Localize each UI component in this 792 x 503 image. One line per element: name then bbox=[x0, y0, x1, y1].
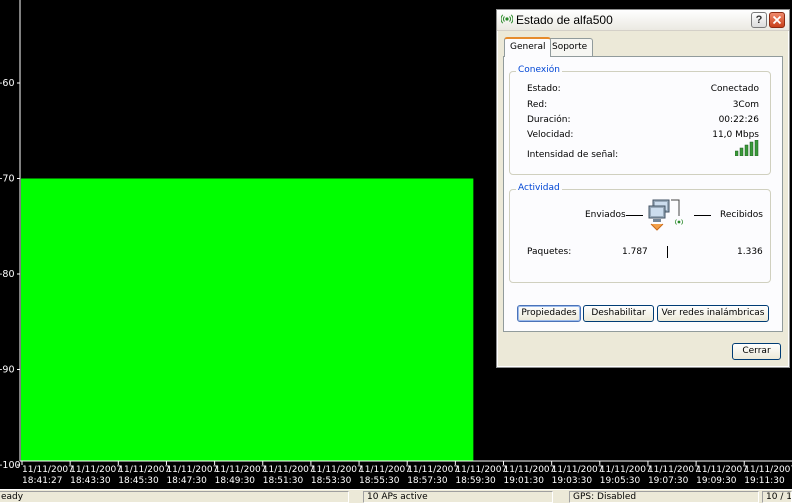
conexion-title: Conexión bbox=[516, 65, 562, 75]
propiedades-button[interactable]: Propiedades bbox=[517, 305, 581, 322]
estado-value: Conectado bbox=[710, 84, 759, 94]
row-velocidad: Velocidad: 11,0 Mbps bbox=[510, 130, 772, 142]
x-tick-date: 11/11/2007 bbox=[455, 465, 507, 475]
x-tick-date: 11/11/2007 bbox=[407, 465, 459, 475]
paquetes-label: Paquetes: bbox=[527, 247, 572, 257]
x-tick-date: 11/11/2007 bbox=[552, 465, 604, 475]
x-tick-date: 11/11/2007 bbox=[359, 465, 411, 475]
x-tick-time: 19:01:30 bbox=[504, 476, 545, 486]
status-count: 10 / 10 bbox=[762, 491, 792, 503]
signal-strength-icon bbox=[735, 140, 759, 156]
status-ready: eady bbox=[0, 491, 349, 503]
ver-redes-button[interactable]: Ver redes inalámbricas bbox=[657, 305, 769, 322]
recibidos-label: Recibidos bbox=[720, 210, 763, 220]
x-tick-date: 11/11/2007 bbox=[504, 465, 556, 475]
x-tick-date: 11/11/2007 bbox=[696, 465, 748, 475]
x-tick-time: 18:53:30 bbox=[311, 476, 352, 486]
row-duracion: Duración: 00:22:26 bbox=[510, 115, 772, 127]
x-tick-date: 11/11/2007 bbox=[215, 465, 267, 475]
x-tick-date: 11/11/2007 bbox=[166, 465, 218, 475]
enviados-label: Enviados bbox=[585, 210, 626, 220]
row-intensidad: Intensidad de señal: bbox=[510, 150, 772, 162]
tab-soporte[interactable]: Soporte bbox=[546, 38, 594, 56]
velocidad-value: 11,0 Mbps bbox=[712, 130, 759, 140]
status-aps-active: 10 APs active bbox=[363, 491, 553, 503]
x-tick-time: 18:41:27 bbox=[22, 476, 62, 486]
status-bar: eady 10 APs active GPS: Disabled 10 / 10 bbox=[0, 489, 792, 503]
close-icon bbox=[772, 15, 782, 25]
x-tick-time: 19:11:30 bbox=[744, 476, 785, 486]
duracion-label: Duración: bbox=[527, 115, 571, 125]
y-tick-label: -70 bbox=[0, 174, 15, 185]
actividad-group: Actividad bbox=[509, 183, 771, 283]
conexion-group: Conexión Estado: Conectado Red: 3Com Dur… bbox=[509, 65, 772, 175]
duracion-value: 00:22:26 bbox=[718, 115, 759, 125]
x-tick-time: 19:05:30 bbox=[600, 476, 641, 486]
x-tick-time: 18:45:30 bbox=[118, 476, 159, 486]
y-tick-label: -90 bbox=[0, 365, 15, 376]
tab-general[interactable]: General bbox=[504, 37, 552, 57]
dialog-title: Estado de alfa500 bbox=[516, 13, 613, 27]
red-label: Red: bbox=[527, 100, 548, 110]
status-dialog: Estado de alfa500 ? General Soporte Cone… bbox=[496, 9, 790, 368]
y-tick-label: -80 bbox=[0, 269, 15, 280]
recibidos-dash bbox=[694, 215, 711, 216]
x-tick-date: 11/11/2007 bbox=[744, 465, 792, 475]
signal-area-0 bbox=[21, 178, 474, 461]
x-tick-time: 18:47:30 bbox=[166, 476, 207, 486]
dialog-titlebar[interactable]: Estado de alfa500 ? bbox=[497, 10, 789, 31]
y-tick-label: -60 bbox=[0, 78, 15, 89]
x-tick-date: 11/11/2007 bbox=[70, 465, 122, 475]
cerrar-button[interactable]: Cerrar bbox=[732, 343, 781, 360]
network-activity-icon bbox=[648, 199, 683, 231]
x-tick-date: 11/11/2007 bbox=[648, 465, 700, 475]
x-tick-date: 11/11/2007 bbox=[263, 465, 315, 475]
x-tick-time: 18:43:30 bbox=[70, 476, 111, 486]
x-tick-time: 18:51:30 bbox=[263, 476, 304, 486]
red-value: 3Com bbox=[732, 100, 759, 110]
paquetes-recibidos-value: 1.336 bbox=[737, 247, 763, 257]
paquetes-enviados-value: 1.787 bbox=[622, 247, 648, 257]
x-tick-date: 11/11/2007 bbox=[600, 465, 652, 475]
row-estado: Estado: Conectado bbox=[510, 84, 772, 96]
close-button[interactable] bbox=[769, 12, 785, 28]
help-button[interactable]: ? bbox=[751, 12, 767, 28]
status-gps: GPS: Disabled bbox=[569, 491, 759, 503]
intensidad-label: Intensidad de señal: bbox=[527, 150, 619, 160]
wireless-icon bbox=[501, 14, 513, 24]
x-tick-time: 18:55:30 bbox=[359, 476, 400, 486]
x-tick-time: 19:07:30 bbox=[648, 476, 689, 486]
estado-label: Estado: bbox=[527, 84, 561, 94]
deshabilitar-button[interactable]: Deshabilitar bbox=[583, 305, 654, 322]
paquetes-divider bbox=[667, 246, 668, 258]
x-tick-time: 19:09:30 bbox=[696, 476, 737, 486]
x-tick-time: 18:59:30 bbox=[455, 476, 496, 486]
x-tick-time: 18:49:30 bbox=[215, 476, 256, 486]
actividad-title: Actividad bbox=[516, 183, 562, 193]
enviados-dash bbox=[626, 215, 643, 216]
x-tick-date: 11/11/2007 bbox=[311, 465, 363, 475]
y-tick-label: -100 bbox=[0, 460, 21, 471]
x-tick-time: 19:03:30 bbox=[552, 476, 593, 486]
x-tick-date: 11/11/2007 bbox=[118, 465, 170, 475]
row-red: Red: 3Com bbox=[510, 100, 772, 112]
x-tick-time: 18:57:30 bbox=[407, 476, 448, 486]
x-tick-date: 11/11/2007 bbox=[22, 465, 74, 475]
velocidad-label: Velocidad: bbox=[527, 130, 574, 140]
